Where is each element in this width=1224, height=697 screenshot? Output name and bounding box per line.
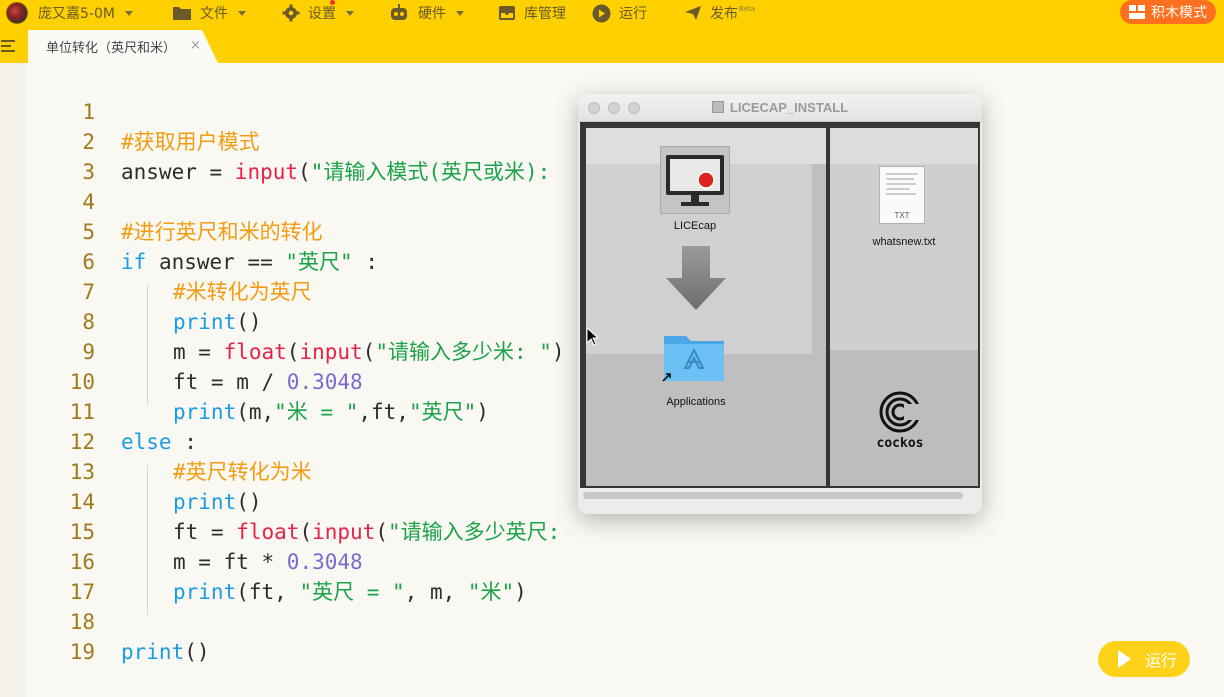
- disk-icon: [711, 101, 724, 113]
- horizontal-scrollbar[interactable]: [580, 488, 980, 506]
- tray-icon: [499, 6, 515, 20]
- window-title-text: LICECAP_INSTALL: [729, 100, 849, 115]
- menu-publish[interactable]: 发布 Beta: [684, 0, 755, 26]
- licecap-app-icon[interactable]: [660, 146, 730, 214]
- notification-dot: [330, 0, 335, 5]
- installer-window: LICECAP_INSTALL LICEcap Applications TXT…: [578, 94, 982, 514]
- tab-label: 单位转化（英尺和米）: [46, 41, 177, 56]
- editor-gutter: [0, 63, 25, 697]
- code-text: print(): [121, 637, 210, 667]
- code-line: 19: [25, 607, 1224, 664]
- menu-hardware-label: 硬件: [418, 6, 446, 22]
- install-pane: LICEcap Applications: [586, 128, 826, 486]
- scrollbar-thumb[interactable]: [583, 492, 963, 499]
- user-menu[interactable]: 庞又嘉5-0M: [6, 0, 133, 26]
- mouse-cursor-icon: [586, 327, 598, 346]
- menu-library-label: 库管理: [524, 6, 566, 22]
- line-number: 19: [69, 640, 95, 664]
- applications-label: Applications: [666, 396, 726, 408]
- window-content: LICEcap Applications TXT whatsnew.txt co…: [580, 122, 980, 488]
- tab-strip: 单位转化（英尺和米） ×: [0, 26, 1224, 63]
- user-name: 庞又嘉5-0M: [38, 6, 115, 22]
- chevron-down-icon: [124, 10, 133, 16]
- menu-file-label: 文件: [200, 6, 228, 22]
- gear-icon: [282, 4, 300, 22]
- chevron-down-icon: [238, 10, 246, 16]
- menu-file[interactable]: 文件: [172, 0, 246, 26]
- menu-settings-label: 设置: [308, 6, 336, 22]
- blocks-icon: [1129, 5, 1145, 19]
- code-line: 17: [25, 547, 1224, 604]
- chevron-down-icon: [456, 10, 464, 16]
- menu-hardware[interactable]: 硬件: [388, 0, 464, 26]
- play-icon: [1118, 650, 1131, 668]
- top-menu-bar: 庞又嘉5-0M 文件 设置 硬件 库管理 运行 发布 Beta 积木模式: [0, 0, 1224, 26]
- cockos-brand: cockos: [876, 436, 924, 451]
- menu-run-label: 运行: [619, 6, 647, 22]
- tab-unit-conversion[interactable]: 单位转化（英尺和米） ×: [28, 30, 218, 63]
- window-title: LICECAP_INSTALL: [578, 100, 982, 115]
- menu-run[interactable]: 运行: [592, 0, 647, 26]
- menu-settings[interactable]: 设置: [282, 0, 354, 26]
- token: print: [121, 640, 185, 664]
- paper-plane-icon: [685, 6, 701, 20]
- run-button[interactable]: 运行: [1098, 641, 1190, 677]
- chevron-down-icon: [346, 10, 354, 16]
- pane-band: [830, 128, 978, 164]
- token: (): [184, 640, 210, 664]
- beta-badge: Beta: [739, 5, 756, 13]
- monitor-icon: [666, 155, 724, 206]
- code-line: 1 #获取用户模式: [25, 67, 1224, 154]
- window-titlebar[interactable]: LICECAP_INSTALL: [578, 94, 982, 122]
- whatsnew-label: whatsnew.txt: [872, 236, 936, 248]
- licecap-label: LICEcap: [673, 220, 717, 232]
- code-line: 16 print(ft, "英尺 = ", m, "米"): [25, 517, 1224, 604]
- menu-library[interactable]: 库管理: [498, 0, 566, 26]
- text-file-icon[interactable]: TXT: [879, 166, 925, 224]
- block-mode-label: 积木模式: [1151, 5, 1207, 21]
- sidebar-toggle-icon[interactable]: [1, 40, 17, 55]
- menu-publish-label: 发布: [710, 6, 738, 22]
- folder-icon: [173, 7, 191, 20]
- robot-icon: [391, 4, 407, 20]
- run-button-label: 运行: [1145, 651, 1178, 670]
- info-pane: TXT whatsnew.txt cockos: [830, 128, 978, 486]
- arrow-down-icon: [666, 246, 726, 310]
- close-icon[interactable]: ×: [190, 38, 201, 53]
- avatar: [6, 2, 28, 24]
- cockos-logo-icon: [879, 391, 922, 433]
- alias-arrow-icon: [662, 373, 671, 382]
- block-mode-button[interactable]: 积木模式: [1120, 0, 1216, 24]
- play-circle-icon: [592, 4, 611, 22]
- file-ext-label: TXT: [894, 211, 910, 220]
- code-line: 18 print(): [25, 577, 1224, 664]
